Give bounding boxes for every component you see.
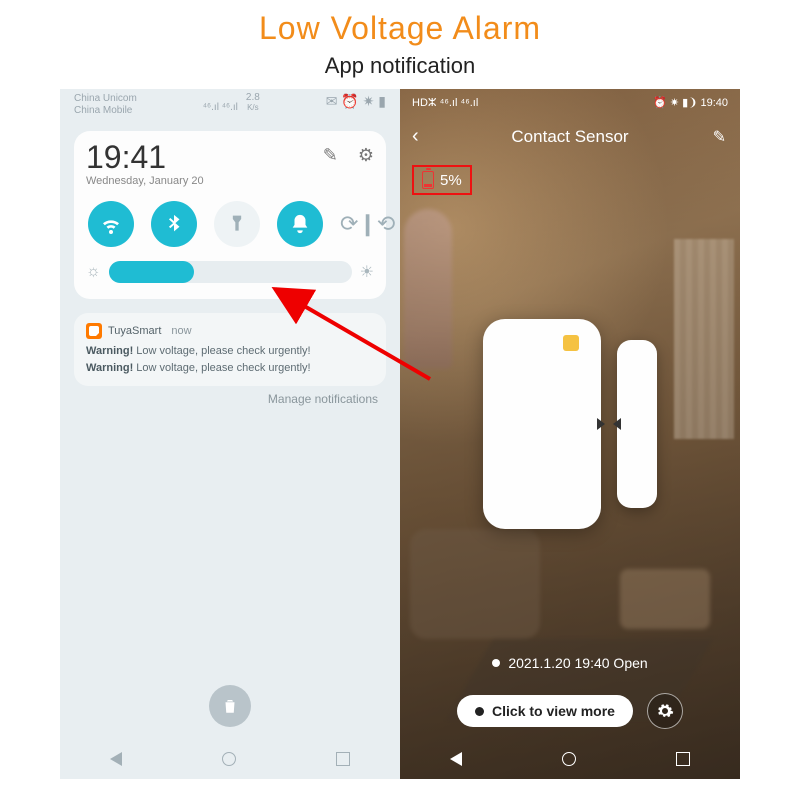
- status-right-icons: ✉ ⏰ ✷ ▮: [326, 93, 386, 110]
- view-more-label: Click to view more: [492, 703, 615, 719]
- gear-icon[interactable]: ⚙: [358, 145, 374, 166]
- notif-line-2: Warning! Low voltage, please check urgen…: [86, 360, 374, 377]
- nav-back-icon[interactable]: [110, 752, 122, 766]
- view-more-button[interactable]: Click to view more: [457, 695, 633, 727]
- bluetooth-toggle[interactable]: [151, 201, 197, 247]
- panel-time: 19:41: [86, 141, 204, 173]
- app-icon: [86, 323, 102, 339]
- flashlight-icon: [227, 214, 247, 234]
- nav-bar-right: [400, 739, 740, 779]
- clear-all-button[interactable]: [209, 685, 251, 727]
- status-r-right: ⏰ ✷ ▮❩ 19:40: [653, 96, 728, 109]
- event-dot-icon: [492, 659, 500, 667]
- quick-panel: 19:41 Wednesday, January 20 ✎ ⚙: [74, 131, 386, 299]
- sensor-led: [563, 335, 579, 351]
- phones-container: China Unicom China Mobile ⁴⁶.ıl ⁴⁶.ıl 2.…: [0, 89, 800, 779]
- page-subtitle: App notification: [0, 53, 800, 79]
- trash-icon: [221, 697, 239, 715]
- sensor-magnet: [617, 340, 657, 508]
- battery-percent: 5%: [440, 172, 462, 189]
- back-icon[interactable]: ‹: [412, 125, 419, 148]
- app-header: ‹ Contact Sensor ✎: [400, 115, 740, 159]
- nav-home-icon[interactable]: [222, 752, 236, 766]
- sensor-body: [483, 319, 601, 529]
- bluetooth-icon: [163, 213, 185, 235]
- bell-icon: [289, 213, 311, 235]
- brightness-low-icon: ☼: [86, 263, 101, 281]
- wifi-icon: [99, 212, 123, 236]
- event-line: 2021.1.20 19:40 Open: [400, 655, 740, 671]
- manage-notifications[interactable]: Manage notifications: [60, 386, 400, 406]
- toggle-row: ⟳❙⟲: [86, 201, 374, 247]
- carrier-1: China Unicom: [74, 93, 137, 105]
- triangle-left-icon: [613, 418, 621, 430]
- notification-card[interactable]: TuyaSmart now Warning! Low voltage, plea…: [74, 313, 386, 386]
- notif-time: now: [171, 325, 191, 337]
- sound-toggle[interactable]: [277, 201, 323, 247]
- carrier-block: China Unicom China Mobile: [74, 93, 137, 117]
- gear-icon: [656, 702, 674, 720]
- carrier-2: China Mobile: [74, 105, 137, 117]
- vibrate-icon[interactable]: ⟳❙⟲: [340, 211, 372, 237]
- settings-button[interactable]: [647, 693, 683, 729]
- flashlight-toggle[interactable]: [214, 201, 260, 247]
- nav-bar-left: [60, 739, 400, 779]
- dot-icon: [475, 707, 484, 716]
- sensor-illustration: [483, 319, 657, 529]
- notif-line-1: Warning! Low voltage, please check urgen…: [86, 343, 374, 360]
- status-bar-left: China Unicom China Mobile ⁴⁶.ıl ⁴⁶.ıl 2.…: [60, 89, 400, 125]
- status-bar-right: HDⵣ ⁴⁶.ıl ⁴⁶.ıl ⏰ ✷ ▮❩ 19:40: [400, 89, 740, 115]
- nav-recent-icon[interactable]: [676, 752, 690, 766]
- page-title: Low Voltage Alarm: [0, 10, 800, 47]
- event-text: 2021.1.20 19:40 Open: [508, 655, 647, 671]
- triangle-right-icon: [597, 418, 605, 430]
- signal-icons: ⁴⁶.ıl ⁴⁶.ıl: [203, 102, 238, 113]
- net-speed: 2.8: [246, 93, 260, 103]
- app-title: Contact Sensor: [511, 127, 628, 147]
- signal-block: ⁴⁶.ıl ⁴⁶.ıl 2.8 K/s: [203, 93, 260, 113]
- brightness-slider[interactable]: [109, 261, 352, 283]
- notif-app-name: TuyaSmart: [108, 325, 161, 337]
- panel-date: Wednesday, January 20: [86, 175, 204, 187]
- status-r-left: HDⵣ ⁴⁶.ıl ⁴⁶.ıl: [412, 96, 478, 109]
- phone-left: China Unicom China Mobile ⁴⁶.ıl ⁴⁶.ıl 2.…: [60, 89, 400, 779]
- edit-icon[interactable]: ✎: [713, 127, 726, 147]
- battery-indicator: 5%: [412, 165, 472, 195]
- wifi-toggle[interactable]: [88, 201, 134, 247]
- edit-icon[interactable]: ✎: [323, 145, 338, 166]
- nav-recent-icon[interactable]: [336, 752, 350, 766]
- net-speed-unit: K/s: [246, 103, 260, 113]
- phone-right: HDⵣ ⁴⁶.ıl ⁴⁶.ıl ⏰ ✷ ▮❩ 19:40 ‹ Contact S…: [400, 89, 740, 779]
- brightness-row: ☼ ☀: [86, 261, 374, 283]
- nav-back-icon[interactable]: [450, 752, 462, 766]
- nav-home-icon[interactable]: [562, 752, 576, 766]
- brightness-high-icon: ☀: [360, 262, 374, 282]
- battery-icon: [422, 171, 434, 189]
